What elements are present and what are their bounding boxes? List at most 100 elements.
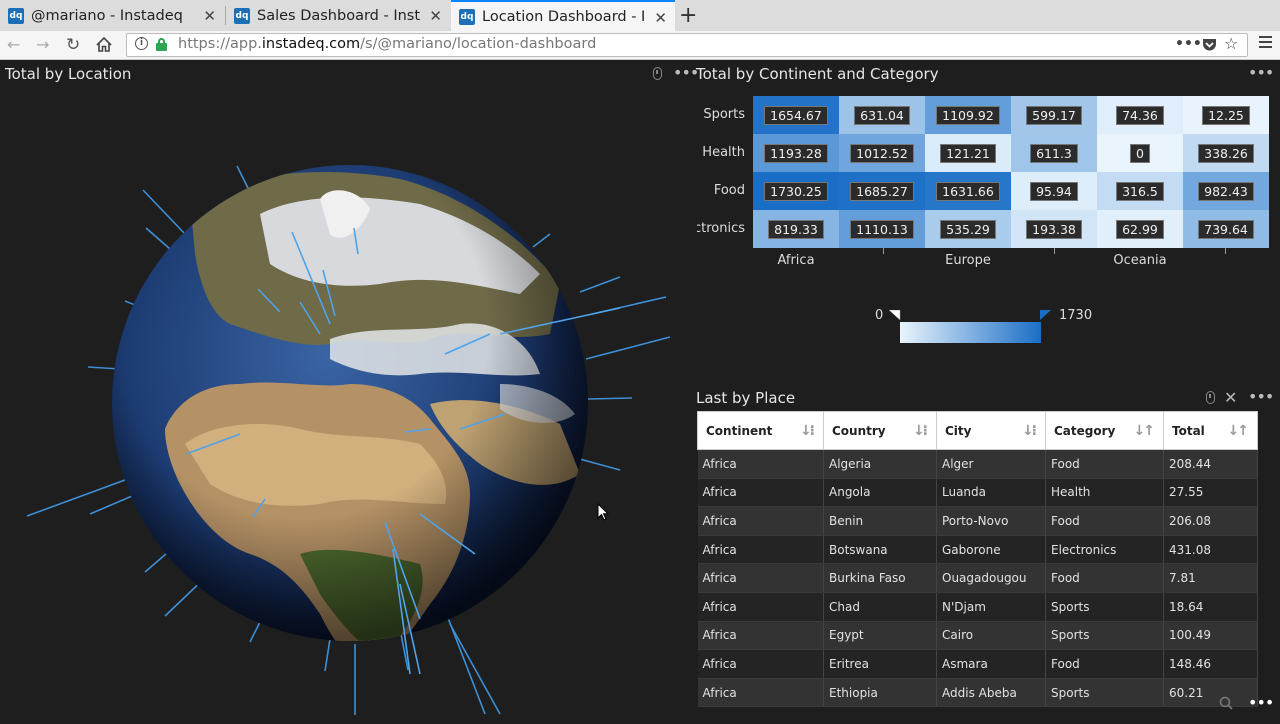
mouse-interaction-icon[interactable] (1206, 391, 1215, 404)
site-info-icon[interactable]: i (135, 37, 148, 50)
heatmap-cell[interactable]: 95.94 (1011, 172, 1097, 210)
close-tab-icon[interactable]: ✕ (654, 9, 667, 27)
table-footer-ellipsis-icon[interactable]: ••• (1248, 693, 1274, 712)
column-header-category[interactable]: Category ↓↑ (1045, 411, 1164, 450)
close-tab-icon[interactable]: ✕ (429, 7, 442, 25)
table-row[interactable]: Africa Angola Luanda Health 27.55 (697, 478, 1258, 508)
heatmap-cell[interactable]: 631.04 (839, 96, 925, 134)
table-row[interactable]: Africa Chad N'Djam Sports 18.64 (697, 592, 1258, 622)
heatmap-cell-value: 611.3 (1030, 143, 1078, 163)
table-cell-country: Chad (823, 592, 937, 622)
browser-nav-bar: ← → ↻ i https://app.instadeq.com/s/@mari… (0, 31, 1280, 60)
heatmap-cell[interactable]: 62.99 (1097, 210, 1183, 248)
heatmap-cell[interactable]: 1654.67 (753, 96, 839, 134)
heatmap-cell[interactable]: 739.64 (1183, 210, 1269, 248)
heatmap-cell[interactable]: 535.29 (925, 210, 1011, 248)
sort-icon[interactable]: ↓⁝ (800, 423, 815, 439)
table-cell-country: Benin (823, 506, 937, 536)
address-bar[interactable]: i https://app.instadeq.com/s/@mariano/lo… (126, 33, 1248, 57)
heatmap-panel-menu-ellipsis-icon[interactable]: ••• (1248, 63, 1274, 82)
column-header-continent[interactable]: Continent ↓⁝ (697, 411, 824, 450)
mouse-interaction-icon[interactable] (653, 67, 662, 80)
sort-icon[interactable]: ↓⁝ (1022, 423, 1037, 439)
search-icon[interactable] (1219, 696, 1233, 710)
table-cell-category: Health (1045, 478, 1164, 508)
instadeq-favicon-icon: dq (459, 8, 475, 25)
table-cell-city: Asmara (936, 649, 1046, 679)
table-panel-title: Last by Place (696, 389, 796, 407)
hamburger-menu-icon[interactable] (1259, 36, 1272, 48)
table-cell-total: 27.55 (1163, 478, 1258, 508)
table-cell-total: 208.44 (1163, 449, 1258, 479)
legend-max-handle-icon[interactable] (1040, 310, 1052, 320)
table-cell-category: Food (1045, 649, 1164, 679)
heatmap-cell[interactable]: 1012.52 (839, 134, 925, 172)
table-cell-city: Alger (936, 449, 1046, 479)
column-header-city[interactable]: City ↓⁝ (936, 411, 1046, 450)
back-arrow-icon[interactable]: ← (7, 35, 20, 54)
home-icon[interactable] (96, 37, 112, 52)
table-cell-total: 148.46 (1163, 649, 1258, 679)
page-actions-ellipsis-icon[interactable]: ••• (1175, 36, 1202, 52)
tools-wrench-icon[interactable]: ✕ (1224, 388, 1237, 407)
pocket-icon[interactable] (1202, 38, 1217, 52)
tab-title: Sales Dashboard - Inst (257, 7, 420, 24)
heatmap-cell[interactable]: 1109.92 (925, 96, 1011, 134)
table-row[interactable]: Africa Botswana Gaborone Electronics 431.08 (697, 535, 1258, 565)
heatmap-cell[interactable]: 599.17 (1011, 96, 1097, 134)
browser-tab-2[interactable]: dq Sales Dashboard - Inst ✕ (226, 0, 450, 31)
table-row[interactable]: Africa Benin Porto-Novo Food 206.08 (697, 506, 1258, 536)
legend-max-label: 1730 (1059, 308, 1093, 323)
heatmap-cell[interactable]: 1631.66 (925, 172, 1011, 210)
heatmap-cell[interactable]: 12.25 (1183, 96, 1269, 134)
table-row[interactable]: Africa Egypt Cairo Sports 100.49 (697, 621, 1258, 651)
table-cell-country: Eritrea (823, 649, 937, 679)
column-header-country[interactable]: Country ↓⁝ (823, 411, 937, 450)
heatmap-cell[interactable]: 338.26 (1183, 134, 1269, 172)
table-row[interactable]: Africa Eritrea Asmara Food 148.46 (697, 649, 1258, 679)
browser-tab-1[interactable]: dq @mariano - Instadeq ✕ (0, 0, 224, 31)
table-row[interactable]: Africa Ethiopia Addis Abeba Sports 60.21 (697, 678, 1258, 708)
new-tab-plus-icon[interactable]: + (679, 3, 697, 28)
heatmap-cell[interactable]: 74.36 (1097, 96, 1183, 134)
table-cell-country: Burkina Faso (823, 563, 937, 593)
forward-arrow-icon[interactable]: → (36, 35, 49, 54)
heatmap-row-label: Electronics (697, 221, 745, 236)
table-panel-menu-ellipsis-icon[interactable]: ••• (1248, 387, 1274, 406)
heatmap-cell[interactable]: 1193.28 (753, 134, 839, 172)
globe-visualization[interactable] (0, 84, 690, 720)
globe-panel-title: Total by Location (5, 65, 132, 83)
globe-panel-menu-ellipsis-icon[interactable]: ••• (673, 63, 699, 82)
heatmap-cell[interactable]: 121.21 (925, 134, 1011, 172)
table-row[interactable]: Africa Burkina Faso Ouagadougou Food 7.81 (697, 563, 1258, 593)
sort-icon[interactable]: ↓↑ (1228, 423, 1250, 439)
column-header-total[interactable]: Total ↓↑ (1163, 411, 1258, 450)
heatmap-cell[interactable]: 982.43 (1183, 172, 1269, 210)
legend-min-handle-icon[interactable] (889, 310, 901, 320)
table-row[interactable]: Africa Algeria Alger Food 208.44 (697, 449, 1258, 479)
browser-tab-3-active[interactable]: dq Location Dashboard - I ✕ (451, 0, 675, 31)
close-tab-icon[interactable]: ✕ (203, 7, 216, 25)
table-cell-continent: Africa (697, 621, 824, 651)
table-cell-continent: Africa (697, 506, 824, 536)
heatmap-cell[interactable]: 193.38 (1011, 210, 1097, 248)
heatmap-cell-value: 819.33 (768, 219, 824, 239)
instadeq-favicon-icon: dq (234, 7, 250, 24)
sort-icon[interactable]: ↓↑ (1134, 423, 1156, 439)
heatmap-cell[interactable]: 0 (1097, 134, 1183, 172)
heatmap-cell[interactable]: 316.5 (1097, 172, 1183, 210)
heatmap-cell[interactable]: 819.33 (753, 210, 839, 248)
bookmark-star-icon[interactable]: ☆ (1224, 34, 1238, 53)
table-cell-city: Ouagadougou (936, 563, 1046, 593)
globe-svg[interactable] (0, 84, 690, 720)
heatmap-cell[interactable]: 1685.27 (839, 172, 925, 210)
heatmap-cell[interactable]: 1730.25 (753, 172, 839, 210)
table-cell-continent: Africa (697, 649, 824, 679)
sort-icon[interactable]: ↓⁝ (913, 423, 928, 439)
reload-icon[interactable]: ↻ (66, 35, 80, 55)
heatmap-cell-value: 74.36 (1116, 105, 1164, 125)
heatmap-cell[interactable]: 1110.13 (839, 210, 925, 248)
heatmap-x-tick-label: Africa (777, 253, 815, 268)
heatmap-cell[interactable]: 611.3 (1011, 134, 1097, 172)
table-cell-city: Porto-Novo (936, 506, 1046, 536)
